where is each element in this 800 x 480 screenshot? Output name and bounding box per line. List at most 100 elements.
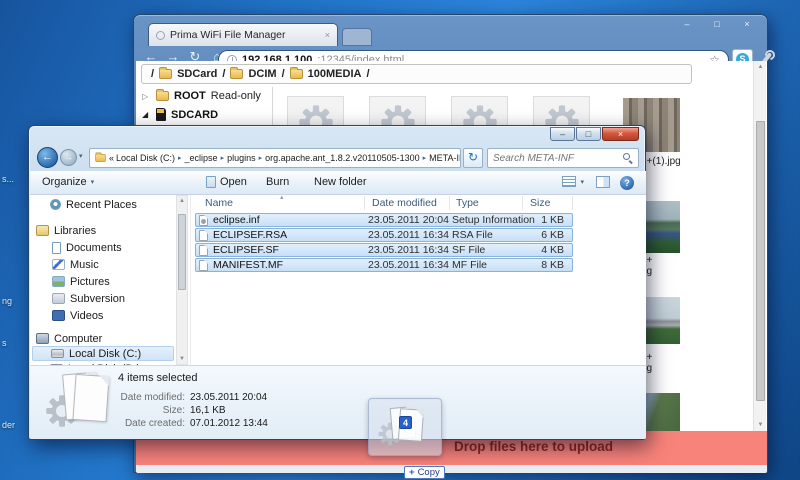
desktop-icon-label[interactable]: s...	[2, 174, 14, 184]
maximize-button[interactable]: □	[705, 18, 729, 32]
chevron-right-icon[interactable]: ▸	[422, 154, 428, 162]
expander-icon[interactable]: ◢	[142, 110, 151, 119]
browser-window-controls: – □ ×	[675, 18, 759, 32]
scroll-down-icon[interactable]: ▼	[754, 422, 767, 428]
setup-file-icon	[199, 215, 208, 226]
tree-item-sdcard[interactable]: ◢ SDCARD	[142, 108, 218, 121]
back-button[interactable]: ←	[37, 147, 58, 168]
column-header-date-modified[interactable]: Date modified	[372, 197, 437, 209]
address-segment[interactable]: Local Disk (C:)	[116, 153, 175, 163]
address-segment[interactable]: org.apache.ant_1.8.2.v20110505-1300	[265, 153, 419, 163]
search-box[interactable]	[487, 148, 639, 168]
sidebar-item-documents[interactable]: Documents	[52, 240, 122, 255]
refresh-button[interactable]: ↻	[463, 148, 483, 168]
browser-bottom-strip	[136, 465, 767, 473]
sort-ascending-icon: ▴	[280, 195, 284, 201]
sidebar-item-label: Computer	[54, 333, 102, 345]
file-type: MF File	[452, 259, 487, 271]
copy-label: Copy	[418, 467, 440, 478]
breadcrumb-item-dcim[interactable]: DCIM	[248, 68, 276, 80]
recent-pages-dropdown-icon[interactable]: ▾	[79, 152, 83, 160]
maximize-button[interactable]: □	[576, 127, 601, 141]
file-date: 23.05.2011 20:04	[368, 214, 449, 226]
sidebar-item-recent-places[interactable]: Recent Places	[50, 197, 137, 212]
expander-icon[interactable]: ▷	[142, 92, 151, 101]
preview-pane-button[interactable]	[596, 176, 610, 188]
address-segment[interactable]: META-INF	[429, 153, 461, 163]
browser-tab[interactable]: Prima WiFi File Manager ×	[148, 23, 338, 46]
scroll-down-icon[interactable]: ▼	[177, 356, 187, 362]
open-label: Open	[220, 176, 247, 188]
drop-zone-text: Drop files here to upload	[454, 439, 613, 454]
file-row-eclipsef-rsa[interactable]: ECLIPSEF.RSA 23.05.2011 16:34 RSA File 6…	[195, 228, 573, 242]
minimize-button[interactable]: –	[675, 18, 699, 32]
minimize-button[interactable]: –	[550, 127, 575, 141]
address-prefix: «	[109, 153, 114, 163]
file-size: 6 KB	[541, 229, 564, 241]
column-header-name[interactable]: Name	[205, 197, 233, 209]
chevron-right-icon[interactable]: ▸	[220, 154, 226, 162]
help-button[interactable]: ?	[620, 176, 634, 190]
sidebar-item-label: Music	[70, 259, 99, 271]
file-list: ▴ Name Date modified Type Size eclipse.i…	[192, 195, 646, 365]
sidebar-item-computer[interactable]: Computer	[36, 331, 102, 346]
address-segment[interactable]: _eclipse	[185, 153, 218, 163]
sidebar-item-label: Local Disk (C:)	[69, 348, 141, 360]
desktop-icon-label[interactable]: s	[2, 338, 7, 348]
folder-icon	[156, 91, 169, 101]
new-tab-button[interactable]	[342, 28, 372, 46]
scrollbar-thumb[interactable]	[178, 214, 186, 290]
sidebar-item-label: Videos	[70, 310, 103, 322]
breadcrumb-item-sdcard[interactable]: SDCard	[177, 68, 217, 80]
column-header-size[interactable]: Size	[530, 197, 550, 209]
tree-item-root[interactable]: ▷ ROOT Read-only	[142, 90, 261, 102]
forward-button[interactable]: →	[60, 149, 77, 166]
scroll-up-icon[interactable]: ▲	[754, 64, 767, 70]
scroll-up-icon[interactable]: ▲	[177, 198, 187, 204]
column-divider[interactable]	[572, 196, 573, 210]
command-toolbar: Organize ▾ Open Burn New folder ▾ ?	[30, 171, 646, 195]
file-size: 4 KB	[541, 244, 564, 256]
sidebar-scrollbar[interactable]: ▲ ▼	[176, 195, 188, 365]
tab-close-icon[interactable]: ×	[325, 30, 330, 40]
disk-drive-icon	[51, 349, 64, 358]
page-scrollbar[interactable]: ▲ ▼	[753, 61, 766, 431]
views-button[interactable]: ▾	[562, 176, 584, 187]
address-segment[interactable]: plugins	[227, 153, 256, 163]
breadcrumb-separator: /	[282, 68, 285, 80]
sidebar-item-videos[interactable]: Videos	[52, 308, 103, 323]
burn-button[interactable]: Burn	[266, 176, 289, 188]
desktop-icon-label[interactable]: ng	[2, 296, 12, 306]
open-button[interactable]: Open	[206, 176, 247, 188]
address-breadcrumb-bar[interactable]: « Local Disk (C:) ▸ _eclipse ▸ plugins ▸…	[89, 148, 461, 168]
scrollbar-thumb[interactable]	[756, 121, 765, 401]
explorer-content: Recent Places Libraries Documents Music …	[30, 195, 646, 365]
close-button[interactable]: ×	[602, 127, 639, 141]
file-row-eclipse-inf[interactable]: eclipse.inf 23.05.2011 20:04 Setup Infor…	[195, 213, 573, 227]
desktop-icon-label[interactable]: der	[2, 420, 15, 430]
sidebar-item-libraries[interactable]: Libraries	[36, 223, 96, 238]
chevron-right-icon[interactable]: ▸	[258, 154, 264, 162]
column-divider[interactable]	[449, 196, 450, 210]
search-input[interactable]	[493, 153, 619, 164]
column-divider[interactable]	[522, 196, 523, 210]
new-folder-button[interactable]: New folder	[314, 176, 367, 188]
file-name: eclipse.inf	[213, 214, 260, 226]
help-icon: ?	[620, 176, 634, 190]
file-row-manifest-mf[interactable]: MANIFEST.MF 23.05.2011 16:34 MF File 8 K…	[195, 258, 573, 272]
column-header-type[interactable]: Type	[456, 197, 479, 209]
sidebar-item-label: Pictures	[70, 276, 110, 288]
folder-icon	[230, 69, 243, 79]
sidebar-item-music[interactable]: Music	[52, 257, 99, 272]
sidebar-item-pictures[interactable]: Pictures	[52, 274, 110, 289]
chevron-right-icon[interactable]: ▸	[177, 154, 183, 162]
drag-ghost[interactable]: 4	[368, 398, 442, 456]
sidebar-item-subversion[interactable]: Subversion	[52, 291, 125, 306]
organize-button[interactable]: Organize ▾	[42, 176, 94, 188]
breadcrumb-item-100media[interactable]: 100MEDIA	[308, 68, 362, 80]
sidebar-item-local-disk-c[interactable]: Local Disk (C:)	[32, 346, 174, 361]
file-row-eclipsef-sf[interactable]: ECLIPSEF.SF 23.05.2011 16:34 SF File 4 K…	[195, 243, 573, 257]
details-pane: 4 items selected Date modified: 23.05.20…	[30, 365, 646, 439]
column-divider[interactable]	[364, 196, 365, 210]
close-button[interactable]: ×	[735, 18, 759, 32]
